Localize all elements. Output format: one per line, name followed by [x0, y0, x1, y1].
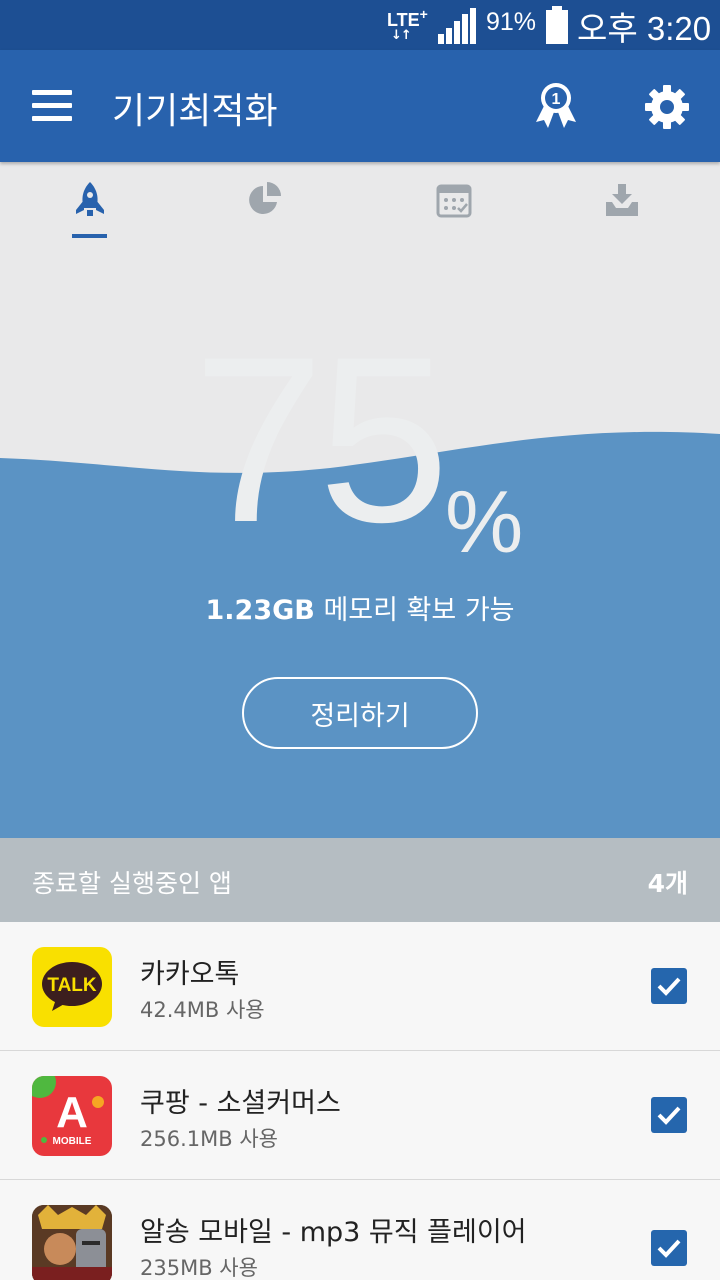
tab-calendar-icon[interactable] [436, 180, 472, 220]
app-usage: 256.1MB 사용 [140, 1127, 278, 1151]
tab-bar [0, 162, 720, 242]
percent-sign: % [445, 472, 524, 571]
app-checkbox[interactable] [651, 1230, 687, 1266]
coupang-icon: A MOBILE [32, 1076, 112, 1156]
tab-pie-chart-icon[interactable] [247, 180, 283, 220]
battery-percent: 91% [486, 8, 537, 36]
clean-button[interactable]: 정리하기 [242, 677, 478, 749]
app-usage: 42.4MB 사용 [140, 998, 265, 1022]
data-activity-icon: ↓↑ [391, 28, 412, 43]
running-apps-count: 4개 [647, 869, 688, 898]
running-apps-header: 종료할 실행중인 앱 4개 [0, 838, 720, 922]
award-number: 1 [552, 91, 561, 108]
svg-text:A: A [56, 1088, 88, 1137]
app-name: 쿠팡 - 소셜커머스 [140, 1088, 341, 1119]
app-bar: 기기최적화 1 [0, 50, 720, 162]
memory-percent: 75 [193, 308, 450, 572]
list-item[interactable]: 알송 모바일 - mp3 뮤직 플레이어 235MB 사용 [0, 1180, 720, 1280]
list-item[interactable]: TALK 카카오톡 42.4MB 사용 [0, 922, 720, 1051]
app-checkbox[interactable] [651, 968, 687, 1004]
app-name: 카카오톡 [140, 959, 240, 990]
alsong-icon [32, 1205, 112, 1280]
svg-text:TALK: TALK [47, 975, 97, 996]
app-name: 알송 모바일 - mp3 뮤직 플레이어 [140, 1217, 527, 1248]
settings-icon[interactable] [644, 84, 690, 130]
tab-rocket-icon[interactable] [72, 180, 108, 220]
app-checkbox[interactable] [651, 1097, 687, 1133]
tab-download-tray-icon[interactable] [604, 180, 640, 220]
free-memory-amount: 1.23GB [205, 595, 315, 626]
kakaotalk-icon: TALK [32, 947, 112, 1027]
award-icon[interactable]: 1 [534, 80, 578, 130]
active-tab-indicator [72, 234, 107, 238]
list-item[interactable]: A MOBILE 쿠팡 - 소셜커머스 256.1MB 사용 [0, 1051, 720, 1180]
svg-text:MOBILE: MOBILE [53, 1136, 92, 1147]
clock: 오후 3:20 [577, 10, 712, 47]
menu-icon[interactable] [32, 90, 72, 122]
memory-hero: 75 % 1.23GB 메모리 확보 가능 정리하기 [0, 162, 720, 838]
app-usage: 235MB 사용 [140, 1256, 258, 1280]
status-bar: LTE+ ↓↑ 91% 오후 3:20 [0, 0, 720, 50]
running-apps-title: 종료할 실행중인 앱 [32, 869, 232, 898]
free-memory-text: 1.23GB 메모리 확보 가능 [0, 588, 720, 627]
free-memory-label: 메모리 확보 가능 [323, 595, 515, 626]
page-title: 기기최적화 [112, 91, 278, 132]
signal-icon [438, 8, 476, 44]
battery-icon [546, 6, 568, 44]
